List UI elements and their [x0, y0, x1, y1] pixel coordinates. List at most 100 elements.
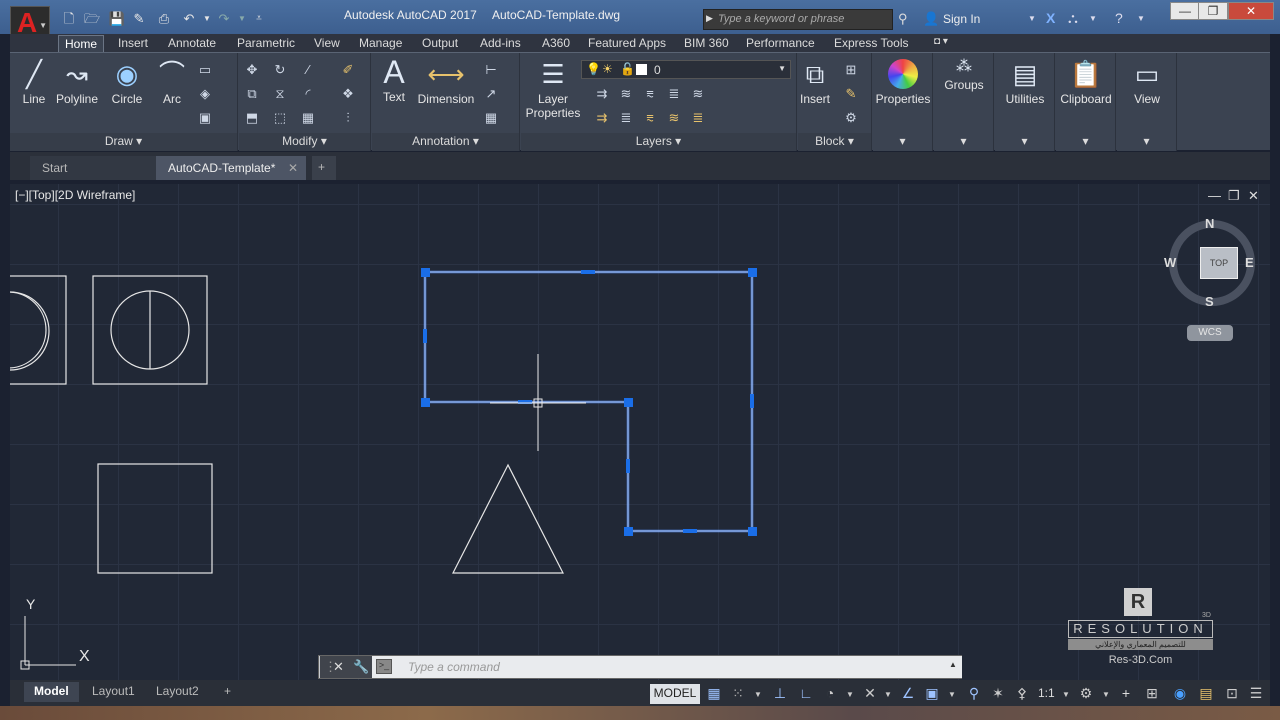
- partial-square[interactable]: [10, 275, 67, 385]
- close-icon[interactable]: ✕: [1228, 2, 1274, 20]
- viewport-restore-icon[interactable]: ❐: [1228, 188, 1240, 204]
- layer-tool-icon[interactable]: ≣: [689, 109, 707, 127]
- plot-icon[interactable]: ⎙: [155, 10, 173, 28]
- tab-featured-apps[interactable]: Featured Apps: [582, 35, 672, 52]
- add-layout-icon[interactable]: +: [214, 682, 241, 702]
- isolate-objects-icon[interactable]: ◉: [1170, 685, 1190, 702]
- model-space-button[interactable]: MODEL: [650, 684, 700, 704]
- annotation-monitor-icon[interactable]: +: [1116, 685, 1136, 701]
- redo-icon[interactable]: ↷: [215, 10, 233, 28]
- tab-view[interactable]: View: [308, 35, 346, 52]
- annotation-scale-icon[interactable]: ⚴: [1012, 685, 1032, 702]
- rotate-icon[interactable]: ↻: [271, 61, 289, 79]
- compass-south[interactable]: S: [1205, 294, 1214, 309]
- clipboard-button[interactable]: 📋 Clipboard: [1056, 59, 1116, 106]
- table-icon[interactable]: ▦: [482, 109, 500, 127]
- polyline-button[interactable]: ↝ Polyline: [54, 59, 100, 106]
- tab-parametric[interactable]: Parametric: [231, 35, 301, 52]
- wcs-menu[interactable]: WCS: [1187, 325, 1233, 341]
- sign-in-link[interactable]: Sign In: [943, 12, 980, 26]
- tab-layout1[interactable]: Layout1: [82, 682, 145, 702]
- line-button[interactable]: ╱ Line: [16, 59, 52, 106]
- tab-add-ins[interactable]: Add-ins: [474, 35, 527, 52]
- ribbon-minimize-icon[interactable]: ◘ ▾: [928, 35, 954, 52]
- linear-dim-icon[interactable]: ⊢: [482, 61, 500, 79]
- tab-insert[interactable]: Insert: [112, 35, 154, 52]
- compass-north[interactable]: N: [1205, 216, 1214, 231]
- layers-panel-footer[interactable]: Layers ▾: [521, 133, 796, 151]
- minimize-icon[interactable]: —: [1170, 2, 1200, 20]
- properties-button[interactable]: Properties: [873, 59, 933, 106]
- polar-tracking-icon[interactable]: ◔: [820, 685, 840, 701]
- restore-icon[interactable]: ❐: [1198, 2, 1228, 20]
- dimension-button[interactable]: ⟷ Dimension: [416, 59, 476, 106]
- tab-home[interactable]: Home: [58, 35, 105, 52]
- text-button[interactable]: A Text: [378, 56, 410, 104]
- draw-panel-footer[interactable]: Draw ▾: [10, 133, 237, 151]
- rectangle-icon[interactable]: ▭: [196, 61, 214, 79]
- autoscale-icon[interactable]: ✶: [988, 685, 1008, 702]
- view-button[interactable]: ▭ View: [1117, 59, 1177, 106]
- a360-icon[interactable]: ⛬: [1068, 10, 1078, 27]
- triangle[interactable]: [452, 463, 564, 574]
- move-icon[interactable]: ✥: [243, 61, 261, 79]
- tab-bim-360[interactable]: BIM 360: [678, 35, 735, 52]
- properties-expander[interactable]: ▾: [873, 133, 932, 151]
- close-command-line-icon[interactable]: ✕: [333, 659, 344, 675]
- offset-icon[interactable]: ⫶: [339, 109, 357, 127]
- help-dropdown-icon[interactable]: ▼: [1137, 14, 1145, 23]
- binoculars-icon[interactable]: ⚲: [898, 11, 908, 27]
- search-input[interactable]: ▶ Type a keyword or phrase: [703, 9, 893, 30]
- layer-tool-icon[interactable]: ≣: [617, 109, 635, 127]
- a360-dropdown-icon[interactable]: ▼: [1089, 14, 1097, 23]
- layer-tool-icon[interactable]: ⩳: [641, 109, 659, 127]
- selected-polyline[interactable]: [423, 270, 754, 533]
- utilities-expander[interactable]: ▾: [995, 133, 1054, 151]
- mirror-icon[interactable]: ⧖: [271, 85, 289, 103]
- snap-dropdown-icon[interactable]: ▼: [748, 690, 768, 699]
- block-panel-footer[interactable]: Block ▾: [798, 133, 871, 151]
- hardware-acceleration-icon[interactable]: ▤: [1196, 685, 1216, 702]
- arc-button[interactable]: ⌒ Arc: [155, 59, 189, 106]
- object-snap-icon[interactable]: ▣: [922, 685, 942, 702]
- layer-tool-icon[interactable]: ⇉: [593, 85, 611, 103]
- edit-block-icon[interactable]: ✎: [842, 85, 860, 103]
- annotation-panel-footer[interactable]: Annotation ▾: [372, 133, 519, 151]
- customization-menu-icon[interactable]: ☰: [1246, 685, 1266, 702]
- annotation-visibility-icon[interactable]: ⚲: [964, 685, 984, 702]
- block-attribute-icon[interactable]: ⚙: [842, 109, 860, 127]
- layer-properties-button[interactable]: ☰ Layer Properties: [525, 59, 581, 120]
- tab-output[interactable]: Output: [416, 35, 464, 52]
- undo-dropdown-icon[interactable]: ▼: [198, 10, 216, 28]
- viewport-minimize-icon[interactable]: —: [1208, 188, 1221, 203]
- workspace-dropdown-icon[interactable]: ▼: [1096, 690, 1116, 699]
- groups-button[interactable]: ⁂ Groups: [934, 59, 994, 93]
- trim-icon[interactable]: ⁄: [299, 61, 317, 79]
- osnap-dropdown-icon[interactable]: ▼: [942, 690, 962, 699]
- square[interactable]: [97, 463, 213, 574]
- erase-icon[interactable]: ✐: [339, 61, 357, 79]
- new-tab-icon[interactable]: +: [312, 156, 336, 180]
- exchange-apps-icon[interactable]: X: [1046, 10, 1055, 26]
- scale-icon[interactable]: ⬚: [271, 109, 289, 127]
- compass-east[interactable]: E: [1245, 255, 1254, 270]
- circle-button[interactable]: ◉ Circle: [108, 59, 146, 106]
- stretch-icon[interactable]: ⬒: [243, 109, 261, 127]
- infer-constraints-icon[interactable]: ⊥: [770, 685, 790, 702]
- insert-button[interactable]: ⧉ Insert: [798, 59, 832, 106]
- save-as-icon[interactable]: ✎: [130, 10, 148, 28]
- layer-tool-icon[interactable]: ≋: [689, 85, 707, 103]
- leader-icon[interactable]: ↗: [482, 85, 500, 103]
- modify-panel-footer[interactable]: Modify ▾: [239, 133, 370, 151]
- redo-dropdown-icon[interactable]: ▼: [233, 10, 251, 28]
- fillet-icon[interactable]: ◜: [299, 85, 317, 103]
- tab-express-tools[interactable]: Express Tools: [828, 35, 914, 52]
- units-icon[interactable]: ⊞: [1142, 685, 1162, 702]
- create-block-icon[interactable]: ⊞: [842, 61, 860, 79]
- save-icon[interactable]: 💾: [108, 10, 126, 28]
- command-input[interactable]: Type a command: [372, 656, 962, 678]
- sign-in-dropdown-icon[interactable]: ▼: [1028, 14, 1036, 23]
- clean-screen-icon[interactable]: ⊡: [1222, 685, 1242, 702]
- region-icon[interactable]: ▣: [196, 109, 214, 127]
- polar-dropdown-icon[interactable]: ▼: [840, 690, 860, 699]
